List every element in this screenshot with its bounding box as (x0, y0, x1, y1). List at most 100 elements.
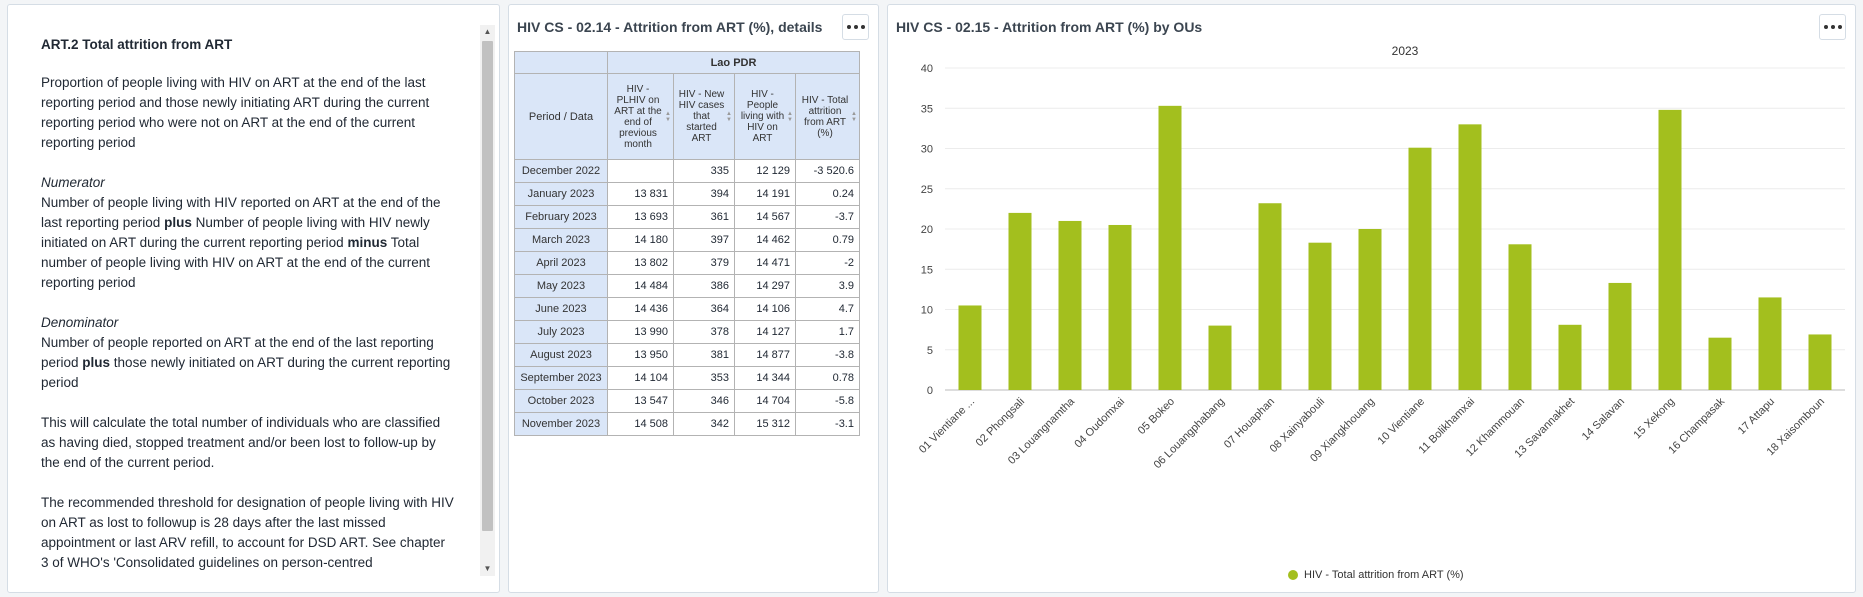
bar[interactable] (1708, 337, 1732, 390)
table-row: September 2023 14 104 353 14 344 0.78 (514, 366, 860, 390)
table-cell[interactable]: -3 520.6 (795, 159, 860, 183)
description-text: ART.2 Total attrition from ART Proportio… (8, 5, 478, 592)
table-cell[interactable]: 14 877 (734, 343, 796, 367)
bar[interactable] (1208, 325, 1232, 390)
panel-title: HIV CS - 02.14 - Attrition from ART (%),… (517, 19, 823, 35)
bar[interactable] (1358, 229, 1382, 390)
table-cell[interactable]: 14 104 (607, 366, 674, 390)
table-cell[interactable]: 14 462 (734, 228, 796, 252)
bar[interactable] (1808, 334, 1832, 390)
org-unit-header: Lao PDR (607, 51, 860, 74)
table-cell[interactable]: -3.7 (795, 205, 860, 229)
bar[interactable] (1258, 203, 1282, 390)
table-cell[interactable]: 361 (673, 205, 735, 229)
table-cell[interactable]: 14 297 (734, 274, 796, 298)
y-tick-label: 15 (921, 264, 933, 276)
table-cell[interactable]: 379 (673, 251, 735, 275)
table-cell[interactable]: 394 (673, 182, 735, 206)
bar[interactable] (1458, 124, 1482, 390)
bar[interactable] (1758, 297, 1782, 390)
calculation-note: This will calculate the total number of … (41, 415, 441, 470)
chart-title: 2023 (1392, 44, 1419, 58)
numerator-section: Numerator Number of people living with HI… (41, 173, 456, 293)
table-cell[interactable]: 14 484 (607, 274, 674, 298)
table-row: May 2023 14 484 386 14 297 3.9 (514, 274, 860, 298)
x-tick-label: 10 Vientiane (1376, 396, 1428, 448)
table-cell[interactable]: 13 547 (607, 389, 674, 413)
scroll-up-arrow-icon[interactable]: ▲ (480, 25, 495, 39)
row-period-label: September 2023 (514, 366, 608, 390)
table-cell[interactable]: 14 436 (607, 297, 674, 321)
row-period-label: January 2023 (514, 182, 608, 206)
more-options-button[interactable] (842, 14, 869, 40)
bar[interactable] (1658, 109, 1682, 391)
table-cell[interactable]: 13 802 (607, 251, 674, 275)
x-tick-label: 04 Oudomxai (1072, 396, 1127, 451)
bar[interactable] (1558, 324, 1582, 390)
scroll-thumb[interactable] (482, 41, 493, 531)
attrition-details-panel: HIV CS - 02.14 - Attrition from ART (%),… (508, 4, 879, 593)
bar[interactable] (1108, 224, 1132, 390)
bar[interactable] (958, 305, 982, 390)
y-tick-label: 40 (921, 63, 933, 75)
bar[interactable] (1008, 212, 1032, 390)
bar[interactable] (1608, 282, 1632, 390)
table-cell[interactable]: -3.8 (795, 343, 860, 367)
table-cell[interactable]: 346 (673, 389, 735, 413)
table-cell[interactable]: 0.79 (795, 228, 860, 252)
table-cell[interactable]: 378 (673, 320, 735, 344)
table-row: November 2023 14 508 342 15 312 -3.1 (514, 412, 860, 436)
table-cell[interactable]: 13 950 (607, 343, 674, 367)
table-cell[interactable]: -3.1 (795, 412, 860, 436)
table-cell[interactable]: 335 (673, 159, 735, 183)
table-row: October 2023 13 547 346 14 704 -5.8 (514, 389, 860, 413)
column-header-plhiv-on-art-prev[interactable]: HIV - PLHIV on ART at the end of previou… (607, 73, 674, 160)
table-cell[interactable]: 381 (673, 343, 735, 367)
table-cell[interactable]: 13 990 (607, 320, 674, 344)
bar[interactable] (1058, 220, 1082, 390)
bar[interactable] (1308, 242, 1332, 390)
sort-icon[interactable]: ▲ ▼ (787, 111, 793, 123)
table-cell[interactable]: 13 831 (607, 182, 674, 206)
table-cell[interactable]: 386 (673, 274, 735, 298)
table-cell[interactable]: 14 127 (734, 320, 796, 344)
sort-icon[interactable]: ▲ ▼ (726, 111, 732, 123)
y-tick-label: 0 (927, 385, 933, 397)
column-header-plhiv-on-art[interactable]: HIV - People living with HIV on ART ▲ ▼ (734, 73, 796, 160)
sort-icon[interactable]: ▲ ▼ (851, 111, 857, 123)
table-cell[interactable]: 4.7 (795, 297, 860, 321)
table-cell[interactable]: 1.7 (795, 320, 860, 344)
table-cell[interactable]: -5.8 (795, 389, 860, 413)
column-header-total-attrition[interactable]: HIV - Total attrition from ART (%) ▲ ▼ (795, 73, 860, 160)
table-cell[interactable]: 14 471 (734, 251, 796, 275)
table-cell[interactable]: 14 106 (734, 297, 796, 321)
table-cell[interactable]: 342 (673, 412, 735, 436)
table-cell[interactable]: 14 180 (607, 228, 674, 252)
table-cell[interactable]: 0.24 (795, 182, 860, 206)
table-cell[interactable]: 12 129 (734, 159, 796, 183)
table-cell[interactable] (607, 159, 674, 183)
scroll-down-arrow-icon[interactable]: ▼ (480, 562, 495, 576)
threshold-note: The recommended threshold for designatio… (41, 495, 454, 570)
bar[interactable] (1408, 147, 1432, 390)
table-cell[interactable]: 14 704 (734, 389, 796, 413)
table-cell[interactable]: 14 344 (734, 366, 796, 390)
table-cell[interactable]: 3.9 (795, 274, 860, 298)
table-cell[interactable]: 353 (673, 366, 735, 390)
table-cell[interactable]: 364 (673, 297, 735, 321)
bar[interactable] (1158, 105, 1182, 391)
column-header-new-cases-started-art[interactable]: HIV - New HIV cases that started ART ▲ ▼ (673, 73, 735, 160)
vertical-scrollbar[interactable]: ▲ ▼ (480, 25, 495, 576)
bar[interactable] (1508, 244, 1532, 390)
table-cell[interactable]: 397 (673, 228, 735, 252)
indicator-definition: Proportion of people living with HIV on … (41, 75, 430, 150)
sort-icon[interactable]: ▲ ▼ (665, 111, 671, 123)
table-cell[interactable]: 13 693 (607, 205, 674, 229)
table-cell[interactable]: 14 567 (734, 205, 796, 229)
table-cell[interactable]: 0.78 (795, 366, 860, 390)
table-cell[interactable]: 14 508 (607, 412, 674, 436)
table-cell[interactable]: 15 312 (734, 412, 796, 436)
chart-legend[interactable]: HIV - Total attrition from ART (%) (1288, 569, 1464, 581)
table-cell[interactable]: 14 191 (734, 182, 796, 206)
table-cell[interactable]: -2 (795, 251, 860, 275)
